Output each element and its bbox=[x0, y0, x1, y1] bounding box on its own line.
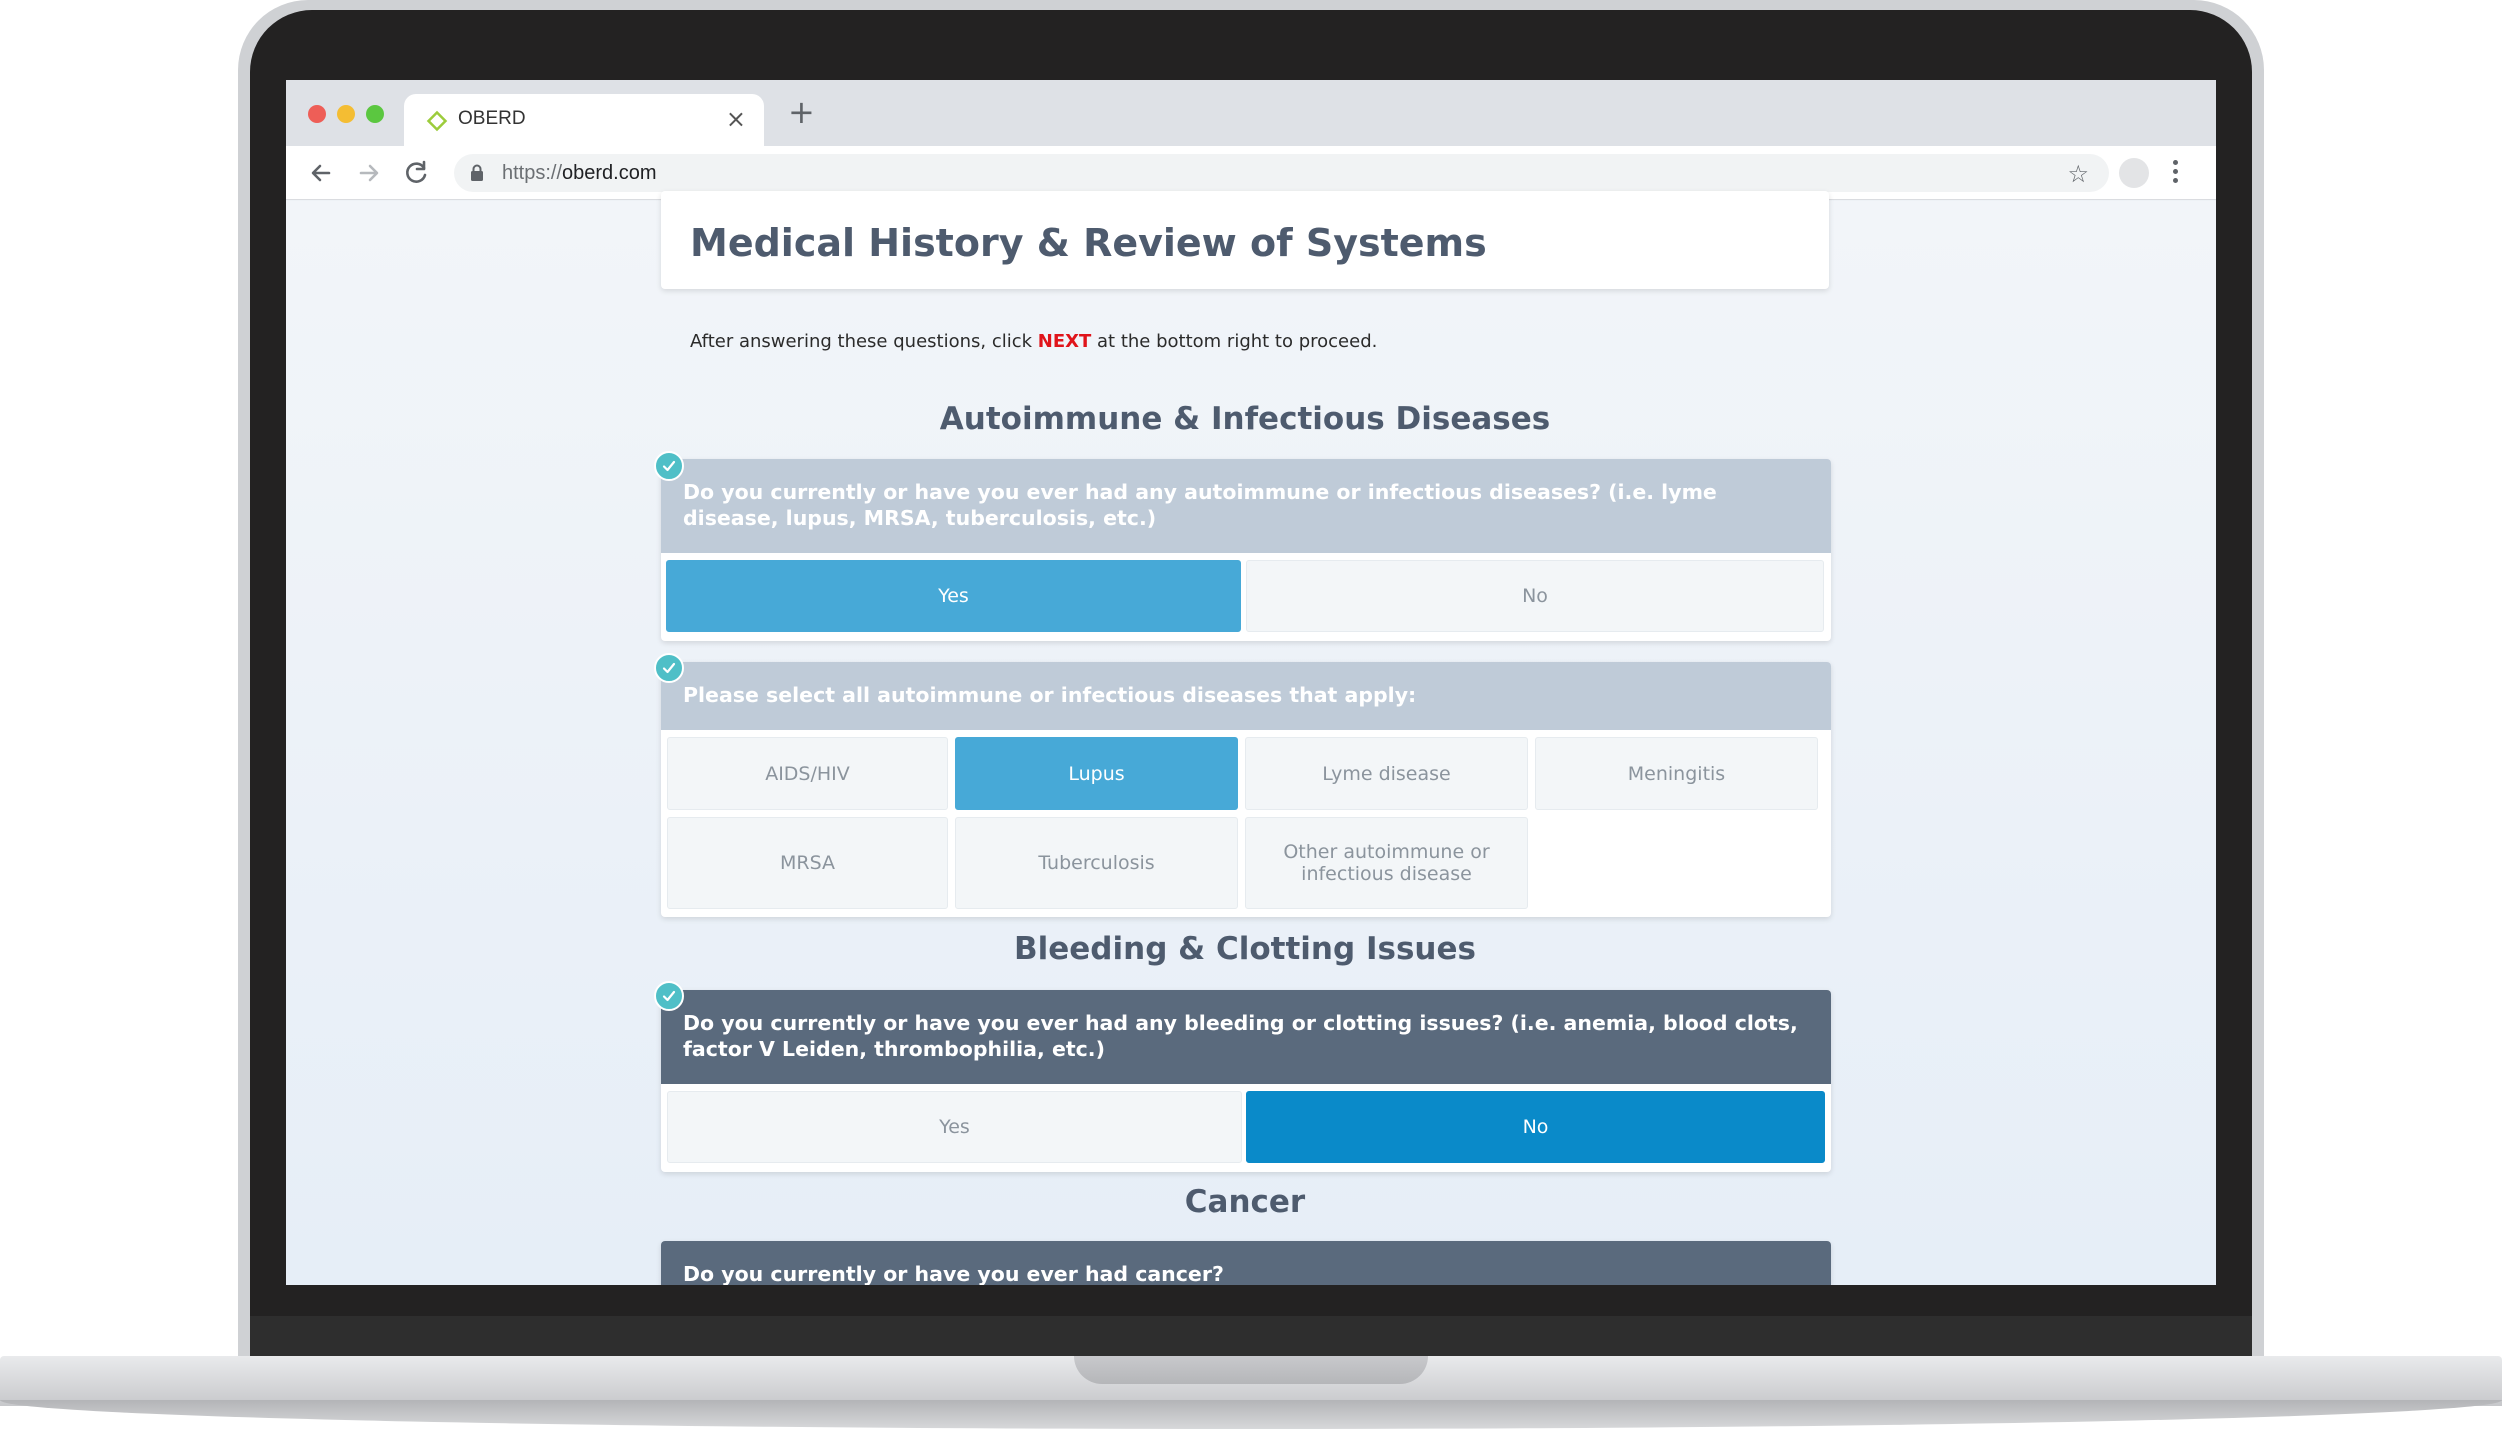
laptop-base-bottom bbox=[0, 1400, 2502, 1429]
answered-check-icon bbox=[654, 653, 684, 683]
close-tab-icon[interactable]: × bbox=[726, 105, 746, 133]
close-window-button[interactable] bbox=[308, 105, 326, 123]
answer-no-button[interactable]: No bbox=[1246, 560, 1824, 632]
question-text: Please select all autoimmune or infectio… bbox=[661, 662, 1831, 730]
new-tab-button[interactable]: + bbox=[788, 96, 815, 128]
question-card-autoimmune: Do you currently or have you ever had an… bbox=[661, 459, 1831, 641]
question-text: Do you currently or have you ever had an… bbox=[661, 459, 1831, 553]
question-text: Do you currently or have you ever had ca… bbox=[661, 1241, 1831, 1285]
question-card-autoimmune-select: Please select all autoimmune or infectio… bbox=[661, 662, 1831, 917]
oberd-logo-icon bbox=[426, 110, 448, 132]
minimize-window-button[interactable] bbox=[337, 105, 355, 123]
profile-avatar[interactable] bbox=[2119, 158, 2149, 188]
option-mrsa[interactable]: MRSA bbox=[667, 817, 948, 909]
option-lupus[interactable]: Lupus bbox=[955, 737, 1238, 810]
instructions-text: After answering these questions, click N… bbox=[690, 331, 1378, 352]
answer-no-button[interactable]: No bbox=[1246, 1091, 1825, 1163]
option-lyme-disease[interactable]: Lyme disease bbox=[1245, 737, 1528, 810]
header-card: Medical History & Review of Systems bbox=[661, 191, 1829, 289]
laptop-chin bbox=[250, 1316, 2252, 1360]
tab-title: OBERD bbox=[458, 108, 526, 129]
option-other-autoimmune[interactable]: Other autoimmune or infectious disease bbox=[1245, 817, 1528, 909]
page-title: Medical History & Review of Systems bbox=[690, 221, 1487, 265]
page-content: Medical History & Review of Systems Afte… bbox=[286, 191, 2216, 1285]
section-heading-autoimmune: Autoimmune & Infectious Diseases bbox=[939, 401, 1551, 437]
url-text: https://oberd.com bbox=[502, 162, 657, 184]
bookmark-star-icon[interactable]: ☆ bbox=[2067, 160, 2089, 188]
option-aids-hiv[interactable]: AIDS/HIV bbox=[667, 737, 948, 810]
question-card-bleeding: Do you currently or have you ever had an… bbox=[661, 990, 1831, 1172]
answered-check-icon bbox=[654, 981, 684, 1011]
option-tuberculosis[interactable]: Tuberculosis bbox=[955, 817, 1238, 909]
option-meningitis[interactable]: Meningitis bbox=[1535, 737, 1818, 810]
question-text: Do you currently or have you ever had an… bbox=[661, 990, 1831, 1084]
maximize-window-button[interactable] bbox=[366, 105, 384, 123]
browser-menu-icon[interactable] bbox=[2171, 156, 2179, 190]
screen: OBERD × + https://oberd.com ☆ Medical Hi… bbox=[286, 80, 2216, 1285]
answered-check-icon bbox=[654, 451, 684, 481]
address-bar[interactable]: https://oberd.com ☆ bbox=[454, 154, 2109, 192]
forward-arrow-icon[interactable] bbox=[352, 156, 386, 190]
section-heading-cancer: Cancer bbox=[1184, 1184, 1306, 1220]
browser-tabbar: OBERD × + bbox=[286, 80, 2216, 146]
browser-tab-oberd[interactable]: OBERD × bbox=[404, 94, 764, 146]
reload-icon[interactable] bbox=[400, 156, 434, 190]
section-heading-bleeding: Bleeding & Clotting Issues bbox=[1014, 931, 1476, 967]
question-card-cancer: Do you currently or have you ever had ca… bbox=[661, 1241, 1831, 1285]
next-keyword: NEXT bbox=[1037, 331, 1092, 352]
laptop-notch bbox=[1074, 1356, 1428, 1384]
answer-yes-button[interactable]: Yes bbox=[667, 1091, 1242, 1163]
lock-icon bbox=[471, 164, 483, 181]
answer-yes-button[interactable]: Yes bbox=[666, 560, 1241, 632]
back-arrow-icon[interactable] bbox=[304, 156, 338, 190]
